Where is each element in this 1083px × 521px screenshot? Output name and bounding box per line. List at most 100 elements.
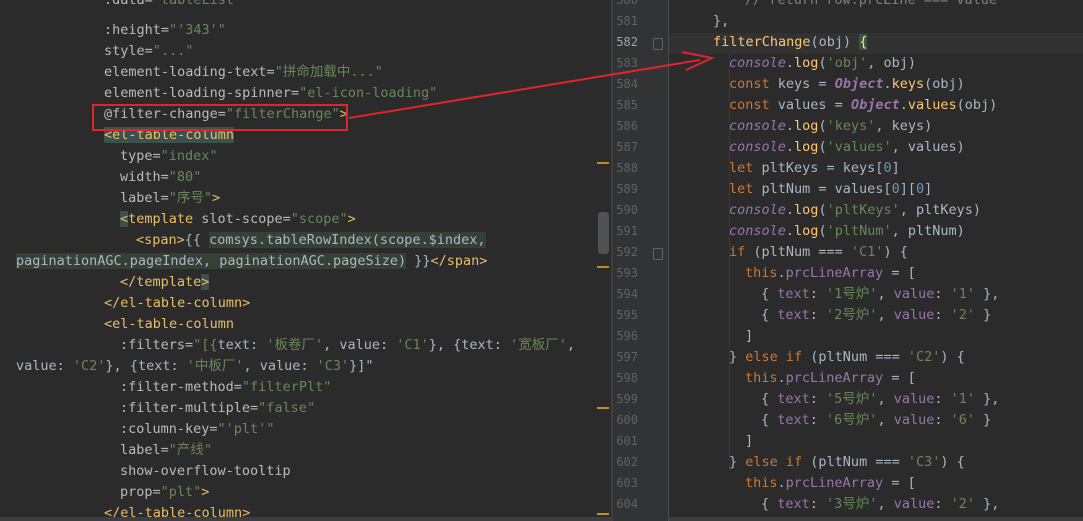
- code-line[interactable]: :data="tableList": [104, 0, 242, 11]
- code-token: "80": [168, 169, 202, 185]
- code-token: }: [729, 349, 746, 365]
- code-token: Object: [850, 97, 900, 113]
- code-token: value: [893, 412, 935, 428]
- code-token: "index": [160, 148, 218, 164]
- code-line[interactable]: element-loading-spinner="el-icon-loading…: [104, 83, 437, 104]
- line-number: 598: [616, 371, 638, 385]
- code-line[interactable]: { text: '5号炉', value: '1' },: [761, 389, 999, 410]
- code-line[interactable]: ]: [745, 431, 753, 452]
- code-line[interactable]: <el-table-column: [104, 314, 234, 335]
- code-token: const: [729, 97, 778, 113]
- code-token: ]: [924, 181, 933, 197]
- code-line[interactable]: element-loading-text="拼命加载中...": [104, 62, 383, 83]
- code-line[interactable]: { text: '6号炉', value: '6' }: [761, 410, 991, 431]
- code-token: ) {: [883, 244, 908, 260]
- code-line[interactable]: const values = Object.values(obj): [729, 95, 997, 116]
- code-token: 0: [915, 181, 925, 197]
- right-horizontal-scrollbar[interactable]: [669, 517, 1083, 521]
- code-token: comsys.tableRowIndex(scope.$index,: [209, 232, 486, 248]
- code-token: width=: [120, 169, 169, 185]
- code-token: {: [761, 412, 778, 428]
- code-token: </template: [120, 274, 202, 290]
- code-token: '6号炉': [826, 412, 878, 428]
- code-token: if: [729, 244, 754, 260]
- code-line[interactable]: </template>: [120, 272, 210, 293]
- code-line[interactable]: console.log('values', values): [729, 137, 965, 158]
- fold-icon[interactable]: [653, 248, 663, 260]
- code-line[interactable]: console.log('keys', keys): [729, 116, 932, 137]
- code-token: (obj): [956, 97, 998, 113]
- code-line[interactable]: :filter-multiple="false": [120, 398, 315, 419]
- code-token: .: [785, 118, 795, 134]
- code-line[interactable]: show-overflow-tooltip: [120, 461, 291, 482]
- code-line[interactable]: this.prcLineArray = [: [745, 263, 916, 284]
- code-token: .: [883, 76, 892, 92]
- code-line[interactable]: label="产线": [120, 440, 212, 461]
- code-token: value: [893, 307, 935, 323]
- left-scrollbar-thumb[interactable]: [598, 212, 609, 254]
- code-line[interactable]: type="index": [120, 146, 218, 167]
- code-line[interactable]: this.prcLineArray = [: [745, 473, 916, 494]
- code-token: , pltNum): [891, 223, 965, 239]
- code-line[interactable]: label="序号">: [120, 188, 220, 209]
- code-line[interactable]: <template slot-scope="scope">: [120, 209, 356, 230]
- code-token: console: [729, 118, 786, 134]
- code-token: (: [818, 202, 827, 218]
- left-horizontal-scrollbar[interactable]: [0, 517, 611, 521]
- code-line[interactable]: },: [713, 11, 729, 32]
- code-line[interactable]: width="80": [120, 167, 201, 188]
- code-token: :: [934, 307, 951, 323]
- code-line[interactable]: paginationAGC.pageIndex, paginationAGC.p…: [16, 251, 487, 272]
- code-line[interactable]: { text: '2号炉', value: '2' }: [761, 305, 991, 326]
- code-token: ,: [877, 307, 894, 323]
- code-line[interactable]: } else if (pltNum === 'C3') {: [729, 452, 965, 473]
- code-line[interactable]: :filters="[{text: '板卷厂', value: 'C1'}, {…: [120, 335, 575, 356]
- right-editor-pane[interactable]: 580 581 582 583 584 585 586 587 588 589 590 591 592 5…: [613, 0, 1083, 521]
- code-line[interactable]: // return row.prcLine === value: [745, 0, 997, 11]
- code-token: },: [975, 496, 1000, 512]
- code-line[interactable]: style="...": [104, 41, 193, 62]
- code-token: },: [975, 286, 1000, 302]
- warning-marker[interactable]: [597, 407, 609, 409]
- code-line[interactable]: ]: [745, 326, 753, 347]
- code-token: :filter-method=: [120, 379, 242, 395]
- code-token: text: [777, 307, 810, 323]
- code-line[interactable]: :filter-method="filterPlt": [120, 377, 331, 398]
- code-line[interactable]: const keys = Object.keys(obj): [729, 74, 965, 95]
- left-editor-pane[interactable]: :data="tableList" :height="'343'" style=".…: [0, 0, 611, 521]
- line-number: 582: [616, 35, 638, 49]
- warning-marker[interactable]: [597, 513, 609, 515]
- code-line[interactable]: this.prcLineArray = [: [745, 368, 916, 389]
- line-number: 591: [616, 224, 638, 238]
- line-number: 592: [616, 245, 638, 259]
- warning-marker[interactable]: [597, 162, 609, 164]
- code-line[interactable]: { text: '3号炉', value: '2' },: [761, 494, 999, 515]
- warning-marker[interactable]: [597, 266, 609, 268]
- code-line[interactable]: if (pltNum === 'C1') {: [729, 242, 908, 263]
- code-line[interactable]: let pltKeys = keys[0]: [729, 158, 900, 179]
- code-token: pltKeys = keys[: [761, 160, 884, 176]
- code-line[interactable]: console.log('pltKeys', pltKeys): [729, 200, 981, 221]
- code-line[interactable]: <span>{{ comsys.tableRowIndex(scope.$ind…: [136, 230, 486, 251]
- code-line[interactable]: value: 'C2'}, {text: '中板厂', value: 'C3'}…: [16, 356, 374, 377]
- code-line[interactable]: </el-table-column>: [104, 293, 250, 314]
- code-line[interactable]: console.log('obj', obj): [729, 53, 916, 74]
- code-line[interactable]: :column-key="'plt'": [120, 419, 274, 440]
- code-token: 'C1': [396, 337, 429, 353]
- code-line[interactable]: { text: '1号炉', value: '1' },: [761, 284, 999, 305]
- code-line[interactable]: :height="'343'": [104, 20, 226, 41]
- code-token: (: [818, 118, 827, 134]
- fold-icon[interactable]: [653, 38, 663, 50]
- code-token: '宽板厂': [510, 337, 567, 353]
- code-line[interactable]: } else if (pltNum === 'C2') {: [729, 347, 965, 368]
- code-line[interactable]: prop="plt">: [120, 482, 209, 503]
- code-token: console: [729, 55, 786, 71]
- code-line[interactable]: filterChange(obj) {: [713, 32, 868, 53]
- line-number: 603: [616, 476, 638, 490]
- code-token: console: [729, 139, 786, 155]
- code-token: <span>: [136, 232, 185, 248]
- code-line[interactable]: console.log('pltNum', pltNum): [729, 221, 965, 242]
- code-token: text: [777, 286, 810, 302]
- code-line[interactable]: let pltNum = values[0][0]: [729, 179, 932, 200]
- code-token: text: [777, 496, 810, 512]
